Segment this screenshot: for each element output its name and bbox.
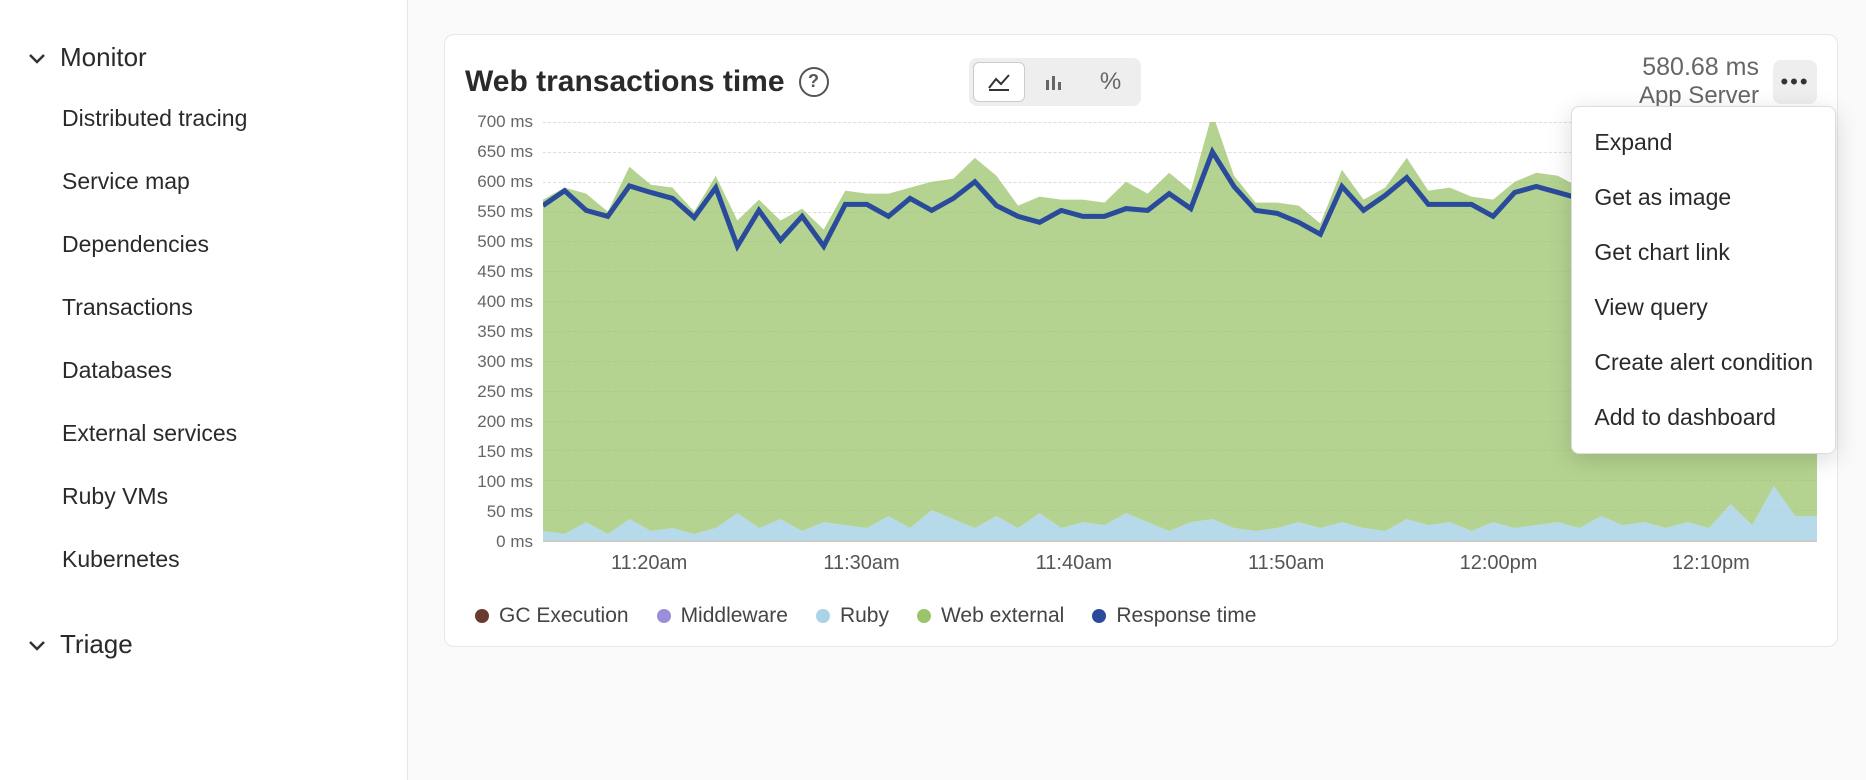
dropdown-item-get-chart-link[interactable]: Get chart link (1572, 225, 1835, 280)
legend-swatch (917, 609, 931, 623)
x-tick: 11:40am (1036, 552, 1112, 575)
chart-header: Web transactions time ? % 580.68 ms (465, 53, 1817, 110)
legend-label: Response time (1116, 604, 1256, 628)
y-tick: 650 ms (477, 142, 533, 162)
bar-chart-icon (1043, 72, 1067, 92)
legend-swatch (1092, 609, 1106, 623)
y-tick: 0 ms (496, 532, 533, 552)
dropdown-item-add-to-dashboard[interactable]: Add to dashboard (1572, 390, 1835, 445)
bar-chart-button[interactable] (1029, 62, 1081, 102)
legend-label: Web external (941, 604, 1064, 628)
y-tick: 700 ms (477, 112, 533, 132)
y-tick: 350 ms (477, 322, 533, 342)
x-tick: 12:00pm (1460, 552, 1538, 575)
y-tick: 300 ms (477, 352, 533, 372)
line-chart-button[interactable] (973, 62, 1025, 102)
sidebar-item-transactions[interactable]: Transactions (0, 276, 407, 339)
sidebar-item-databases[interactable]: Databases (0, 339, 407, 402)
chart-title: Web transactions time (465, 65, 785, 99)
main-content: Web transactions time ? % 580.68 ms (408, 0, 1866, 780)
y-tick: 450 ms (477, 262, 533, 282)
nav-group-label: Triage (60, 629, 133, 660)
x-tick: 11:30am (823, 552, 899, 575)
line-chart-icon (987, 72, 1011, 92)
percent-button[interactable]: % (1085, 62, 1137, 102)
y-axis: 700 ms650 ms600 ms550 ms500 ms450 ms400 … (465, 122, 543, 542)
y-tick: 250 ms (477, 382, 533, 402)
nav-group-triage[interactable]: Triage (0, 615, 407, 674)
y-tick: 200 ms (477, 412, 533, 432)
sidebar-item-service-map[interactable]: Service map (0, 150, 407, 213)
legend-label: Ruby (840, 604, 889, 628)
y-tick: 50 ms (487, 502, 533, 522)
sidebar-item-distributed-tracing[interactable]: Distributed tracing (0, 87, 407, 150)
chart-options-dropdown: ExpandGet as imageGet chart linkView que… (1571, 106, 1836, 454)
y-tick: 100 ms (477, 472, 533, 492)
legend-item-response-time[interactable]: Response time (1092, 604, 1256, 628)
legend-item-web-external[interactable]: Web external (917, 604, 1064, 628)
chart-type-toggle: % (969, 58, 1141, 106)
legend-swatch (475, 609, 489, 623)
help-icon[interactable]: ? (799, 67, 829, 97)
y-tick: 400 ms (477, 292, 533, 312)
legend-item-ruby[interactable]: Ruby (816, 604, 889, 628)
x-tick: 11:50am (1248, 552, 1324, 575)
x-axis: 11:20am 11:30am 11:40am 11:50am 12:00pm 12:10… (543, 552, 1817, 580)
sidebar-item-ruby-vms[interactable]: Ruby VMs (0, 465, 407, 528)
dropdown-item-expand[interactable]: Expand (1572, 115, 1835, 170)
dropdown-item-view-query[interactable]: View query (1572, 280, 1835, 335)
ellipsis-icon: ••• (1780, 69, 1809, 95)
x-tick: 11:20am (611, 552, 687, 575)
sidebar-item-external-services[interactable]: External services (0, 402, 407, 465)
nav-group-label: Monitor (60, 42, 147, 73)
metric-summary: 580.68 ms App Server (1639, 53, 1759, 110)
legend-label: GC Execution (499, 604, 629, 628)
chevron-down-icon (24, 639, 50, 651)
y-tick: 150 ms (477, 442, 533, 462)
legend-swatch (816, 609, 830, 623)
legend-item-gc-execution[interactable]: GC Execution (475, 604, 629, 628)
legend-item-middleware[interactable]: Middleware (657, 604, 788, 628)
sidebar: Monitor Distributed tracingService mapDep… (0, 0, 408, 780)
more-options-button[interactable]: ••• (1773, 60, 1817, 104)
legend-label: Middleware (681, 604, 788, 628)
chart-legend: GC Execution Middleware Ruby Web external Re… (475, 604, 1817, 628)
y-tick: 550 ms (477, 202, 533, 222)
percent-icon: % (1100, 68, 1121, 96)
sidebar-item-kubernetes[interactable]: Kubernetes (0, 528, 407, 591)
nav-group-monitor[interactable]: Monitor (0, 28, 407, 87)
sidebar-item-dependencies[interactable]: Dependencies (0, 213, 407, 276)
y-tick: 500 ms (477, 232, 533, 252)
legend-swatch (657, 609, 671, 623)
dropdown-item-create-alert-condition[interactable]: Create alert condition (1572, 335, 1835, 390)
dropdown-item-get-as-image[interactable]: Get as image (1572, 170, 1835, 225)
y-tick: 600 ms (477, 172, 533, 192)
metric-value: 580.68 ms (1639, 53, 1759, 82)
x-tick: 12:10pm (1672, 552, 1750, 575)
chevron-down-icon (24, 52, 50, 64)
